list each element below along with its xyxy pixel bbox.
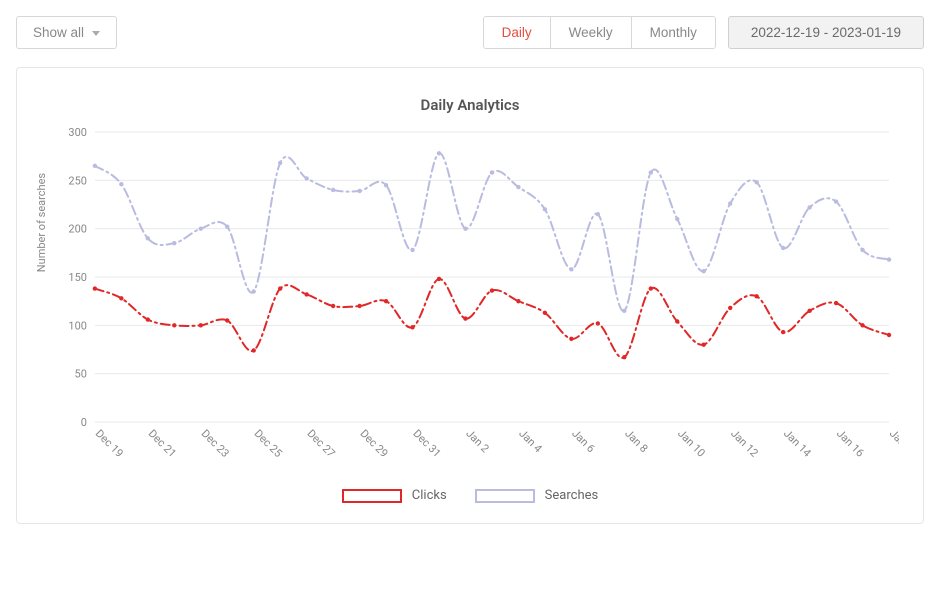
legend: Clicks Searches (41, 488, 899, 503)
svg-text:Dec 21: Dec 21 (146, 427, 179, 460)
line-chart: 0 50 100 150 200 250 300 Dec 19 Dec 21 Dec 23 Dec … (41, 122, 899, 482)
toolbar-left: Show all (16, 16, 117, 49)
toolbar-right: Daily Weekly Monthly 2022-12-19 - 2023-0… (483, 16, 924, 49)
svg-text:300: 300 (68, 126, 86, 139)
tab-weekly[interactable]: Weekly (550, 17, 631, 48)
svg-text:Dec 27: Dec 27 (305, 427, 338, 460)
svg-text:Jan 6: Jan 6 (569, 427, 597, 455)
y-axis-label: Number of searches (35, 173, 48, 272)
legend-item-searches[interactable]: Searches (475, 488, 599, 503)
svg-text:150: 150 (68, 271, 86, 284)
chevron-down-icon (92, 31, 100, 36)
show-all-label: Show all (33, 25, 84, 40)
svg-text:50: 50 (75, 368, 87, 381)
svg-text:200: 200 (68, 223, 86, 236)
svg-text:Jan 4: Jan 4 (516, 427, 544, 455)
toolbar: Show all Daily Weekly Monthly 2022-12-19… (16, 16, 924, 49)
tab-monthly[interactable]: Monthly (631, 17, 715, 48)
svg-text:100: 100 (68, 319, 86, 332)
legend-label-clicks: Clicks (412, 488, 447, 503)
svg-text:Dec 31: Dec 31 (410, 427, 443, 460)
svg-text:Dec 25: Dec 25 (252, 427, 285, 460)
svg-text:Jan 8: Jan 8 (622, 427, 650, 455)
svg-text:0: 0 (81, 416, 87, 429)
legend-item-clicks[interactable]: Clicks (342, 488, 447, 503)
show-all-dropdown[interactable]: Show all (16, 16, 117, 49)
legend-label-searches: Searches (545, 488, 599, 503)
svg-text:Jan 18: Jan 18 (887, 427, 899, 460)
svg-text:Jan 2: Jan 2 (463, 427, 491, 455)
tab-daily[interactable]: Daily (484, 17, 550, 48)
legend-swatch-clicks (342, 489, 402, 503)
svg-text:Dec 29: Dec 29 (357, 427, 390, 460)
legend-swatch-searches (475, 489, 535, 503)
granularity-tabs: Daily Weekly Monthly (483, 16, 716, 49)
chart-area: Number of searches 050100150200250300Dec… (41, 122, 899, 482)
chart-panel: Daily Analytics Number of searches 0 50 10… (16, 67, 924, 524)
svg-text:Dec 19: Dec 19 (93, 427, 126, 460)
svg-text:Dec 23: Dec 23 (199, 427, 232, 460)
svg-text:Jan 10: Jan 10 (675, 427, 708, 460)
svg-text:Jan 12: Jan 12 (728, 427, 761, 460)
svg-text:Jan 16: Jan 16 (834, 427, 867, 460)
svg-text:250: 250 (68, 174, 86, 187)
chart-title: Daily Analytics (41, 96, 899, 114)
date-range-picker[interactable]: 2022-12-19 - 2023-01-19 (728, 16, 924, 49)
svg-text:Jan 14: Jan 14 (781, 427, 814, 460)
